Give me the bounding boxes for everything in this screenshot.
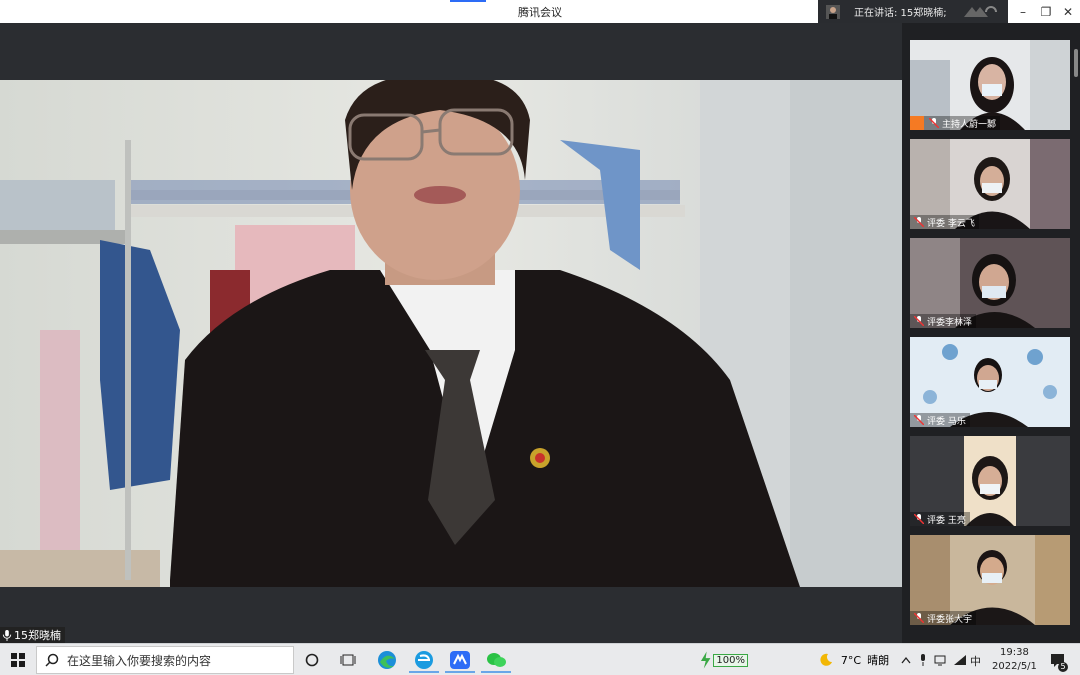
participant-tile[interactable]: 评委 李云飞 [910, 139, 1070, 229]
participant-label: 评委李林泽 [910, 314, 977, 328]
participant-tile[interactable]: 评委李林泽 [910, 238, 1070, 328]
close-button[interactable]: ✕ [1056, 0, 1080, 23]
host-badge-icon [910, 116, 924, 130]
participant-label: 评委 李云飞 [910, 215, 979, 229]
tencent-meeting-icon [450, 651, 470, 669]
participant-name: 评委张大宇 [927, 614, 973, 625]
moon-icon [820, 653, 832, 666]
main-video[interactable] [0, 80, 902, 587]
wifi-icon [954, 655, 966, 665]
main-stage: 15郑晓楠 [0, 23, 902, 643]
participant-name: 评委 马乐 [927, 416, 966, 427]
clock-time[interactable]: 19:38 [1000, 647, 1029, 658]
search-placeholder: 在这里输入你要搜索的内容 [67, 653, 212, 668]
edge-icon [378, 651, 396, 669]
speaker-name-tag: 15郑晓楠 [0, 627, 65, 643]
participant-label: 评委 马乐 [910, 413, 970, 427]
task-view-icon [340, 654, 356, 666]
mic-muted-icon [914, 415, 924, 425]
weather-widget[interactable]: 7°C 晴朗 [818, 644, 890, 675]
ie-app[interactable] [409, 647, 439, 673]
participant-tile[interactable]: 评委 王亮 [910, 436, 1070, 526]
tray-wifi[interactable] [952, 644, 968, 675]
taskbar-search[interactable]: 在这里输入你要搜索的内容 [36, 646, 294, 674]
battery-percent: 100% [713, 653, 748, 667]
tray-overflow[interactable] [898, 644, 914, 675]
participant-name: 评委 李云飞 [927, 218, 975, 229]
tencent-meeting-window: 腾讯会议 正在讲话: 15郑晓楠; – ❐ ✕ 15郑晓楠 主持人蔚一鄹 评委 … [0, 0, 1080, 675]
mic-muted-icon [914, 613, 924, 623]
mic-icon [2, 629, 12, 641]
ime-indicator[interactable]: 中 [970, 653, 981, 669]
battery-indicator[interactable]: 100% [700, 644, 748, 675]
windows-start-icon [11, 653, 25, 667]
task-view-button[interactable] [334, 644, 362, 675]
ie-icon [415, 651, 433, 669]
network-icon [934, 655, 946, 666]
title-bar: 腾讯会议 正在讲话: 15郑晓楠; – ❐ ✕ [0, 0, 1080, 23]
chevron-up-icon [901, 656, 911, 664]
speaking-indicator: 正在讲话: 15郑晓楠; [818, 0, 1008, 23]
notification-center[interactable]: 5 [1046, 644, 1070, 675]
participant-name: 评委李林泽 [927, 317, 973, 328]
cortana-button[interactable] [298, 644, 326, 675]
tencent-meeting-app[interactable] [445, 647, 475, 673]
mic-icon [921, 654, 925, 666]
speaker-avatar-icon [826, 4, 840, 19]
mic-muted-icon [914, 514, 924, 524]
participant-name: 主持人蔚一鄹 [942, 119, 997, 130]
wechat-app[interactable] [481, 647, 511, 673]
participant-tile[interactable]: 评委张大宇 [910, 535, 1070, 625]
tray-mic[interactable] [916, 644, 930, 675]
participant-label: 评委张大宇 [910, 611, 977, 625]
title-accent [450, 0, 486, 2]
participant-sidebar: 主持人蔚一鄹 评委 李云飞 评委李林泽 评委 马乐 评委 王亮 评委张大宇 [902, 23, 1080, 643]
mic-muted-icon [929, 118, 939, 128]
participant-label: 评委 王亮 [910, 512, 970, 526]
clock-date[interactable]: 2022/5/1 [992, 661, 1037, 672]
sidebar-scrollbar[interactable] [1074, 49, 1078, 77]
mic-muted-icon [914, 316, 924, 326]
battery-icon [700, 651, 711, 669]
edge-app[interactable] [372, 647, 402, 673]
restore-button[interactable]: ❐ [1034, 0, 1058, 23]
main-video-scene [0, 80, 902, 587]
speaker-name: 15郑晓楠 [14, 629, 61, 642]
participant-tile[interactable]: 评委 马乐 [910, 337, 1070, 427]
notification-count: 5 [1058, 662, 1068, 672]
meeting-logo-icon [964, 5, 997, 17]
speaking-label: 正在讲话: 15郑晓楠; [854, 8, 947, 19]
participant-name: 评委 王亮 [927, 515, 966, 526]
weather-text: 晴朗 [867, 654, 890, 667]
tray-network[interactable] [932, 644, 950, 675]
participant-label: 主持人蔚一鄹 [910, 116, 1001, 130]
wechat-icon [487, 653, 506, 667]
cortana-icon [305, 653, 319, 667]
weather-temp: 7°C [840, 653, 862, 667]
start-button[interactable] [0, 644, 36, 675]
participant-tile[interactable]: 主持人蔚一鄹 [910, 40, 1070, 130]
search-icon [45, 653, 59, 667]
windows-taskbar: 在这里输入你要搜索的内容 100% 7°C 晴朗 中 19:38 2022/5/… [0, 643, 1080, 675]
mic-muted-icon [914, 217, 924, 227]
minimize-button[interactable]: – [1011, 0, 1035, 23]
